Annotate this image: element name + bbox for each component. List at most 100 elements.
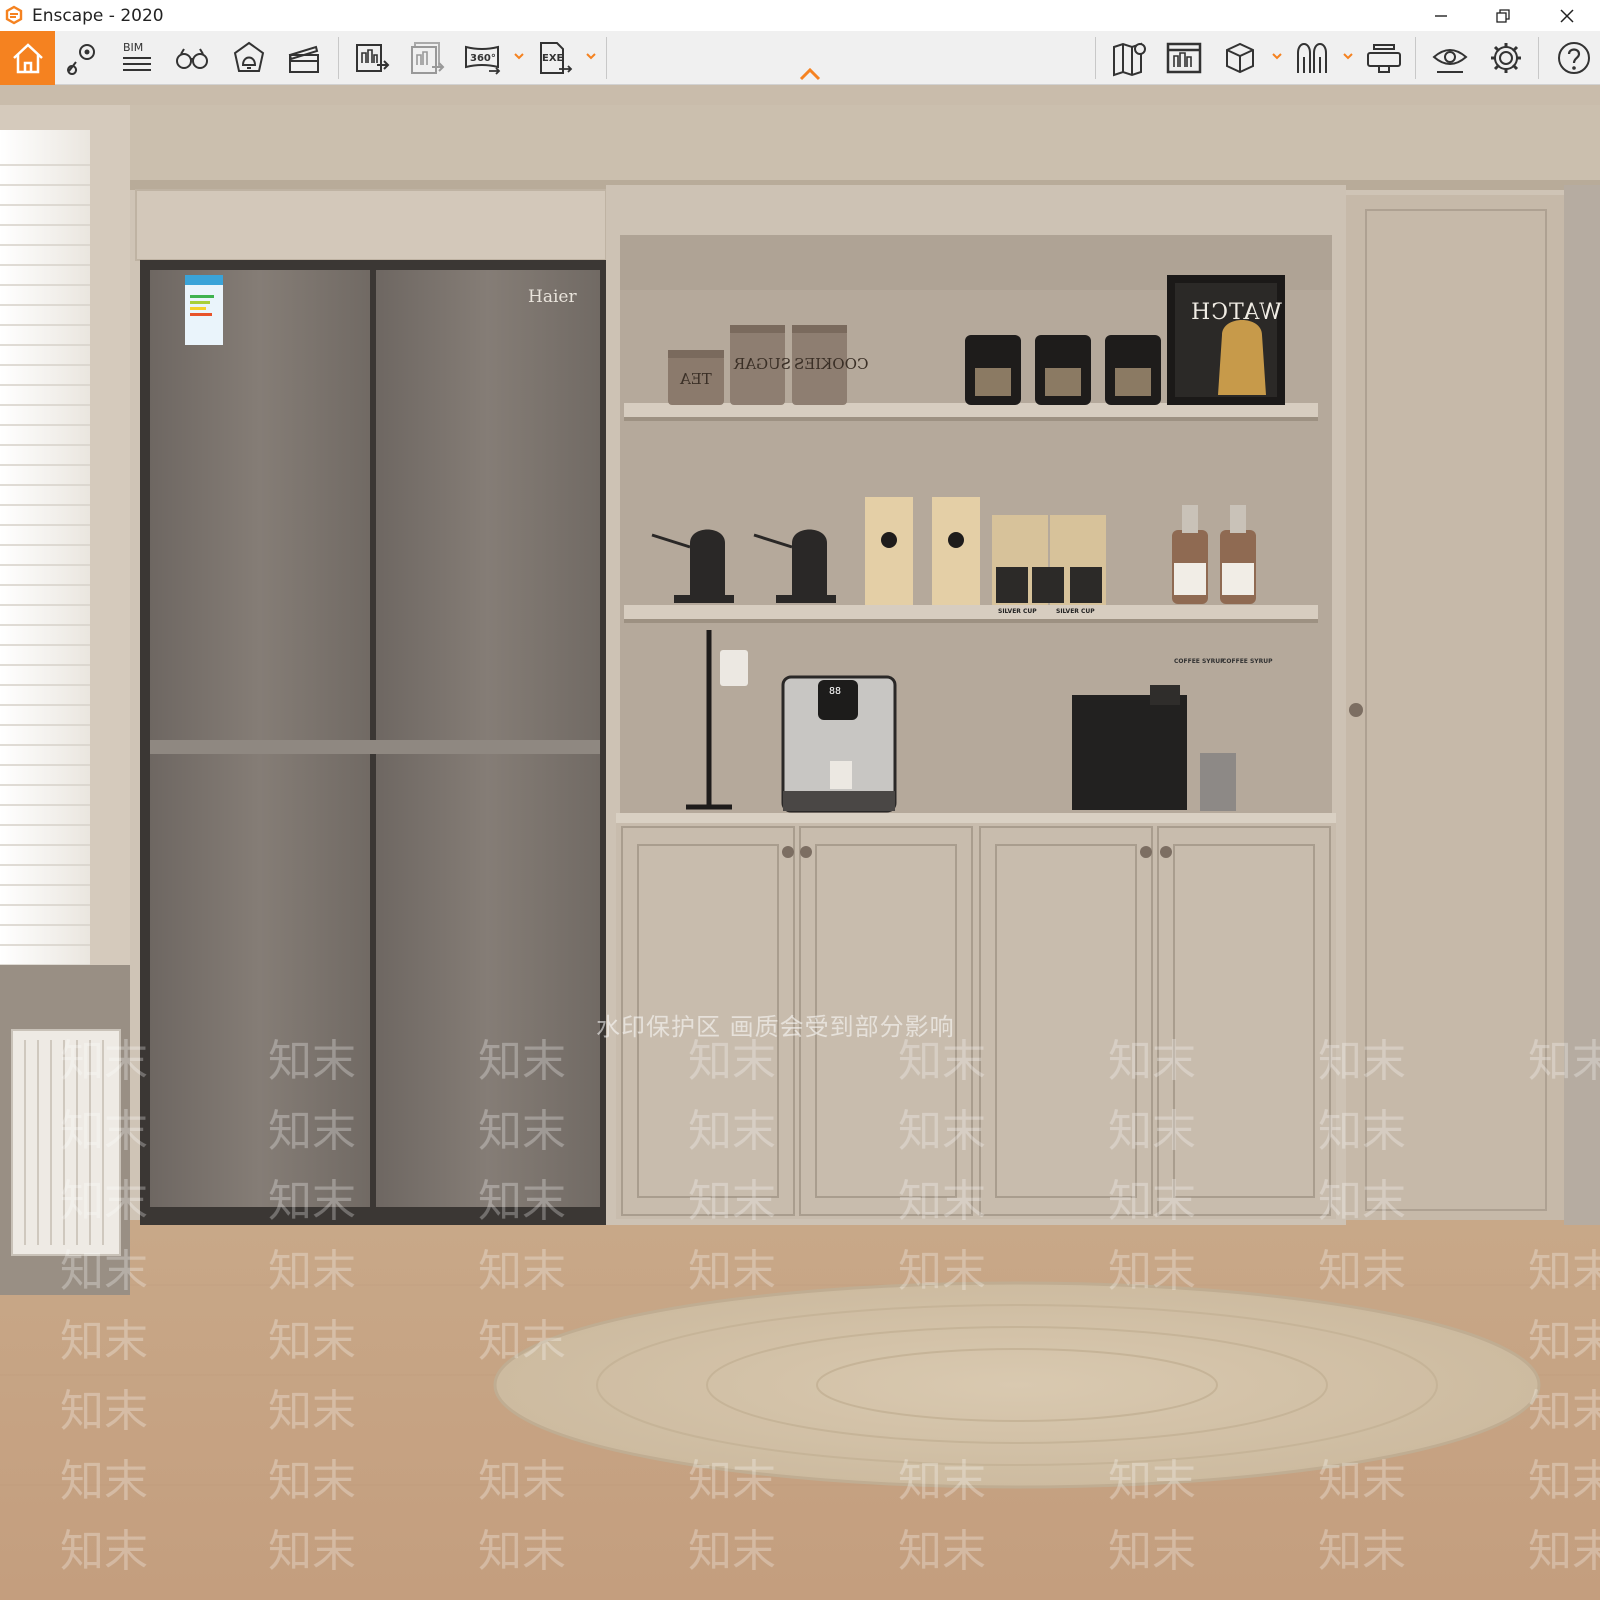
watermark-tile: 知末 [898, 1526, 986, 1577]
watermark-tile: 知末 [688, 1526, 776, 1577]
views-button[interactable] [60, 36, 104, 80]
watermark-tile: 知末 [898, 1176, 986, 1227]
watermark-tile: 知末 [688, 1106, 776, 1157]
watermark-tile: 知末 [268, 1526, 356, 1577]
watermark-tile: 知末 [688, 1176, 776, 1227]
watermark-tile: 知末 [268, 1456, 356, 1507]
watermark-tile: 知末 [1318, 1106, 1406, 1157]
material-editor-button[interactable] [1290, 36, 1334, 80]
watermark-tile: 知末 [1318, 1526, 1406, 1577]
batch-render-button[interactable] [405, 36, 449, 80]
vr-headset-icon [1367, 44, 1401, 73]
home-icon [12, 43, 43, 74]
watermark-tile: 知末 [1108, 1456, 1196, 1507]
walk-mode-button[interactable] [170, 36, 214, 80]
vr-headset-button[interactable] [1362, 36, 1406, 80]
render-window-icon [1166, 42, 1202, 74]
watermark-tile: 知末 [1108, 1036, 1196, 1087]
coffee-bag-label: SILVER CUP [1056, 608, 1095, 615]
visual-settings-button[interactable] [1428, 36, 1472, 80]
restore-button[interactable] [1472, 0, 1534, 31]
home-button[interactable] [0, 31, 55, 85]
fridge-brand-text: Haier [528, 287, 577, 307]
poster-text: WATCH [1190, 300, 1282, 325]
dispenser-display-readout: 88 [829, 686, 842, 697]
watermark-tile: 知末 [898, 1246, 986, 1297]
panorama-button[interactable]: 360° [460, 36, 504, 80]
gear-icon [1491, 43, 1521, 73]
kitchen-render-image [0, 85, 1600, 1600]
svg-text:EXE: EXE [542, 53, 564, 64]
watermark-tile: 知末 [1108, 1106, 1196, 1157]
svg-text:BIM: BIM [123, 41, 143, 54]
asset-library-button[interactable] [1218, 36, 1262, 80]
export-button[interactable]: EXE [532, 36, 576, 80]
help-button[interactable] [1552, 36, 1596, 80]
watermark-tile: 知末 [688, 1456, 776, 1507]
watermark-tile: 知末 [1318, 1176, 1406, 1227]
watermark-tile: 知末 [898, 1106, 986, 1157]
enscape-logo-icon [5, 5, 23, 25]
watermark-tile: 知末 [898, 1456, 986, 1507]
watermark-tile: 知末 [478, 1526, 566, 1577]
export-dropdown-chevron-icon[interactable] [584, 49, 598, 63]
watermark-tile: 知末 [478, 1036, 566, 1087]
restore-icon [1496, 8, 1510, 23]
minimize-icon [1435, 14, 1447, 17]
watermark-tile: 知末 [268, 1176, 356, 1227]
watermark-tile: 知末 [1108, 1246, 1196, 1297]
sound-button[interactable] [227, 36, 271, 80]
render-window-button[interactable] [1162, 36, 1206, 80]
watermark-tile: 知末 [1528, 1386, 1600, 1437]
watermark-tile: 知末 [688, 1036, 776, 1087]
exe-export-icon: EXE [540, 42, 573, 74]
material-editor-dropdown-chevron-icon[interactable] [1341, 49, 1355, 63]
render-viewport[interactable]: Haier TEA SUGAR COOKIES WATCH SILVER CUP… [0, 85, 1600, 1600]
watermark-tile: 知末 [898, 1036, 986, 1087]
watermark-tile: 知末 [268, 1246, 356, 1297]
watermark-tile: 知末 [60, 1386, 148, 1437]
binoculars-icon [176, 48, 208, 69]
watermark-tile: 知末 [478, 1176, 566, 1227]
video-editor-button[interactable] [282, 36, 326, 80]
title-bar: Enscape - 2020 [0, 0, 1600, 31]
watermark-tile: 知末 [478, 1246, 566, 1297]
chevron-up-icon[interactable] [797, 65, 823, 83]
watermark-tile: 知末 [688, 1246, 776, 1297]
svg-text:360°: 360° [470, 53, 496, 64]
map-button[interactable] [1108, 36, 1152, 80]
close-button[interactable] [1536, 0, 1598, 31]
minimize-button[interactable] [1410, 0, 1472, 31]
watermark-tile: 知末 [60, 1106, 148, 1157]
render-image-button[interactable] [350, 36, 394, 80]
syrup-bottle-label: COFFEE SYRUP [1174, 658, 1225, 665]
watermark-tile: 知末 [1528, 1526, 1600, 1577]
watermark-tile: 知末 [1108, 1526, 1196, 1577]
watermark-tile: 知末 [60, 1036, 148, 1087]
close-icon [1560, 8, 1574, 23]
panorama-dropdown-chevron-icon[interactable] [512, 49, 526, 63]
watermark-tile: 知末 [1318, 1036, 1406, 1087]
watermark-tile: 知末 [478, 1106, 566, 1157]
watermark-tile: 知末 [60, 1456, 148, 1507]
bim-button[interactable]: BIM [115, 36, 159, 80]
clapperboard-icon [288, 45, 319, 73]
render-image-icon [356, 44, 390, 72]
watermark-tile: 知末 [478, 1456, 566, 1507]
watermark-tile: 知末 [268, 1316, 356, 1367]
tree-icon [1297, 43, 1327, 73]
syrup-bottle-label: COFFEE SYRUP [1222, 658, 1273, 665]
general-settings-button[interactable] [1484, 36, 1528, 80]
eye-icon [1432, 49, 1468, 73]
jar-label: TEA [680, 370, 712, 388]
asset-library-dropdown-chevron-icon[interactable] [1270, 49, 1284, 63]
enscape-toolbar: BIM 360° EXE [0, 31, 1600, 85]
watermark-tile: 知末 [1528, 1246, 1600, 1297]
watermark-tile: 知末 [1528, 1036, 1600, 1087]
watermark-tile: 知末 [60, 1176, 148, 1227]
map-icon [1113, 42, 1146, 77]
watermark-tile: 知末 [60, 1246, 148, 1297]
window-title: Enscape - 2020 [32, 6, 164, 26]
coffee-bag-label: SILVER CUP [998, 608, 1037, 615]
watermark-tile: 知末 [268, 1036, 356, 1087]
